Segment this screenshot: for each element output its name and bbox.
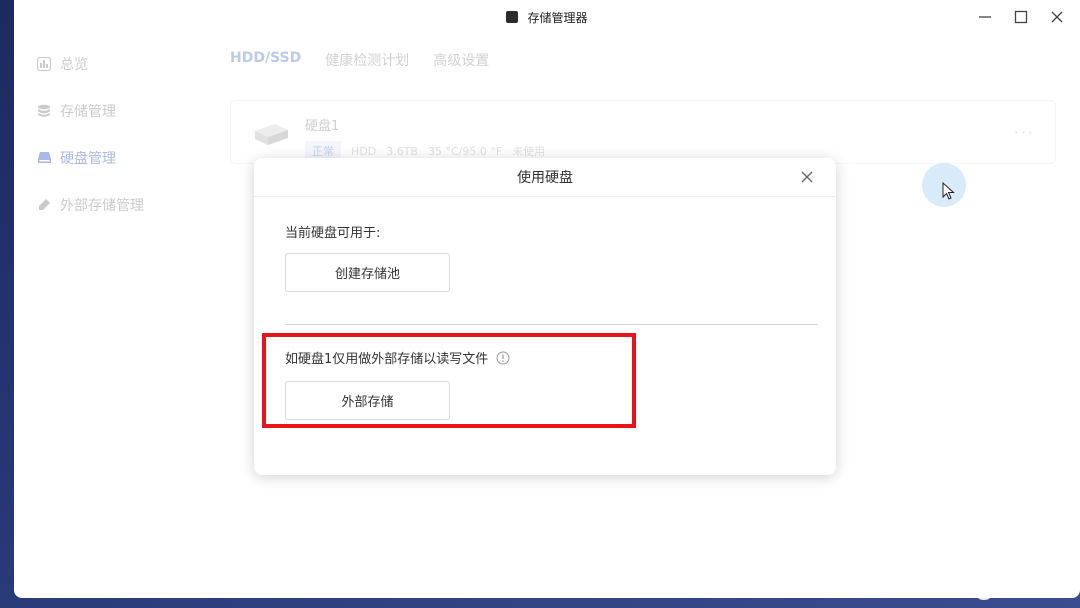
- section-label-current: 当前硬盘可用于:: [285, 222, 380, 241]
- dialog-header: 使用硬盘: [254, 158, 836, 197]
- minimize-icon: [979, 16, 991, 18]
- watermark-logo: 值: [974, 580, 994, 600]
- create-pool-button[interactable]: 创建存储池: [285, 253, 450, 292]
- mouse-cursor-icon: [942, 182, 955, 200]
- title-bar: 存储管理器: [14, 0, 1080, 34]
- external-storage-button[interactable]: 外部存储: [285, 381, 450, 420]
- close-window-button[interactable]: [1048, 8, 1066, 26]
- dialog-title: 使用硬盘: [517, 170, 573, 186]
- maximize-icon: [1014, 10, 1028, 24]
- watermark-text: 什么值得买: [1000, 583, 1070, 599]
- maximize-button[interactable]: [1012, 8, 1030, 26]
- window-controls: [976, 8, 1066, 26]
- divider: [285, 324, 818, 325]
- dialog-close-button[interactable]: [800, 170, 814, 184]
- close-icon: [1051, 11, 1063, 23]
- watermark: 值 什么值得买: [974, 580, 1070, 600]
- minimize-button[interactable]: [976, 8, 994, 26]
- section-label-text: 如硬盘1仅用做外部存储以读写文件: [285, 352, 489, 367]
- info-icon[interactable]: [496, 351, 510, 365]
- close-icon: [801, 171, 813, 183]
- app-icon: [506, 11, 519, 23]
- section-label-text: 当前硬盘可用于:: [285, 226, 381, 241]
- use-disk-dialog: 使用硬盘 当前硬盘可用于: 创建存储池 如硬盘1仅用做外部存储以读写文件 外部存…: [254, 158, 836, 475]
- section-label-external: 如硬盘1仅用做外部存储以读写文件: [285, 348, 510, 367]
- window-title: 存储管理器: [527, 10, 588, 25]
